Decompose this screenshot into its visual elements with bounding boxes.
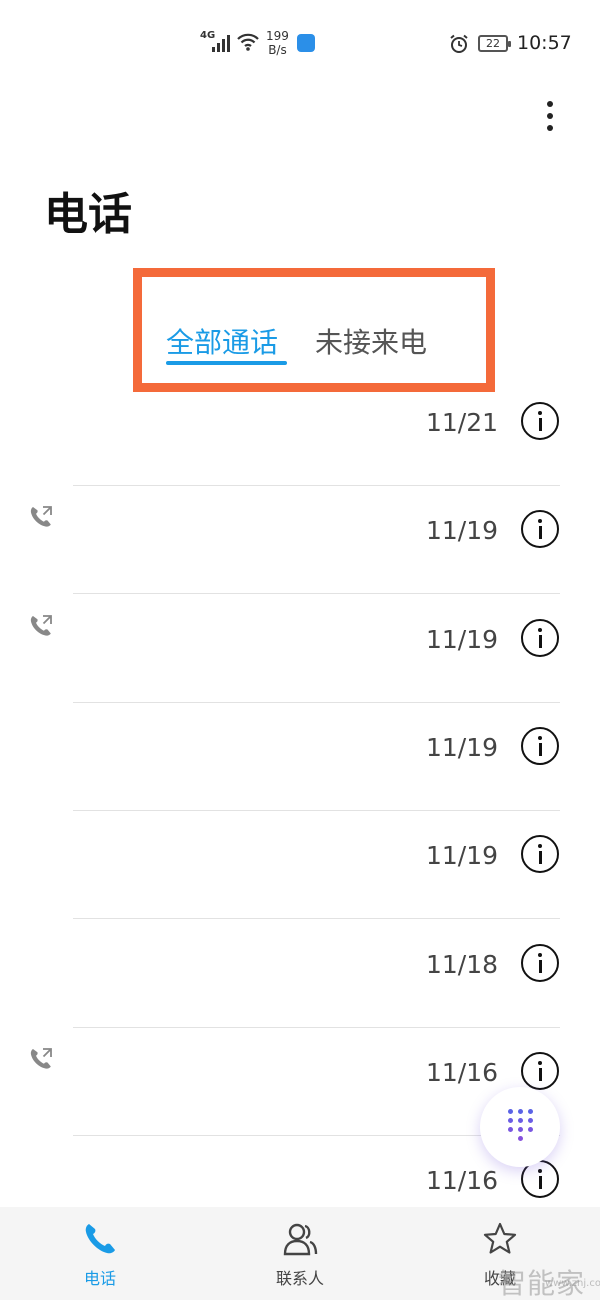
info-icon[interactable] (521, 727, 559, 765)
dialpad-dot (528, 1118, 533, 1123)
clock: 10:57 (517, 32, 572, 54)
wifi-icon (237, 33, 259, 51)
outgoing-call-icon (30, 615, 52, 636)
watermark-url: www.znj.com (545, 1278, 600, 1289)
info-icon[interactable] (521, 944, 559, 982)
call-date: 11/19 (425, 625, 498, 654)
row-divider (73, 593, 560, 594)
dialpad-button[interactable] (480, 1087, 560, 1167)
tabs-highlight-box: 全部通话 未接来电 (133, 268, 495, 392)
active-tab-indicator (166, 361, 287, 365)
battery-icon: 22 (478, 35, 511, 52)
call-log-row[interactable]: 11/18 (0, 920, 600, 1028)
dialpad-dot (518, 1127, 523, 1132)
dialpad-dot (508, 1118, 513, 1123)
call-date: 11/16 (425, 1166, 498, 1195)
signal-icon (212, 34, 230, 52)
call-date: 11/19 (425, 516, 498, 545)
phone-icon (85, 1224, 115, 1254)
call-log-row[interactable]: 11/21 (0, 378, 600, 486)
tab-missed-calls[interactable]: 未接来电 (315, 321, 427, 361)
call-log-row[interactable]: 11/19 (0, 595, 600, 703)
nav-contacts[interactable]: 联系人 (230, 1207, 370, 1300)
dialpad-dot (518, 1136, 523, 1141)
call-date: 11/19 (425, 841, 498, 870)
status-bar: 4G 199 B/s 22 10:57 (0, 0, 600, 88)
info-icon[interactable] (521, 835, 559, 873)
outgoing-call-icon (30, 506, 52, 527)
info-icon[interactable] (521, 1052, 559, 1090)
more-vertical-icon[interactable] (530, 96, 570, 136)
tab-all-calls[interactable]: 全部通话 (166, 321, 278, 361)
call-log-row[interactable]: 11/19 (0, 486, 600, 594)
call-date: 11/19 (425, 733, 498, 762)
call-log-row[interactable]: 11/19 (0, 703, 600, 811)
dialpad-dot (518, 1109, 523, 1114)
dialpad-dot (518, 1118, 523, 1123)
dialpad-dot (528, 1127, 533, 1132)
nav-phone[interactable]: 电话 (30, 1207, 170, 1300)
call-date: 11/21 (425, 408, 498, 437)
alarm-icon (450, 34, 468, 53)
info-icon[interactable] (521, 510, 559, 548)
call-date: 11/18 (425, 950, 498, 979)
network-speed: 199 B/s (266, 29, 289, 57)
page-title: 电话 (44, 189, 132, 240)
info-icon[interactable] (521, 619, 559, 657)
dialpad-dot (528, 1109, 533, 1114)
call-date: 11/16 (425, 1058, 498, 1087)
call-log-row[interactable]: 11/19 (0, 811, 600, 919)
dialpad-icon (507, 1108, 533, 1144)
contacts-icon (283, 1223, 318, 1256)
info-icon[interactable] (521, 402, 559, 440)
star-icon (483, 1222, 517, 1254)
dialpad-dot (508, 1127, 513, 1132)
dialpad-dot (508, 1109, 513, 1114)
row-divider (73, 918, 560, 919)
outgoing-call-icon (30, 1048, 52, 1069)
app-notification-icon (297, 34, 315, 52)
